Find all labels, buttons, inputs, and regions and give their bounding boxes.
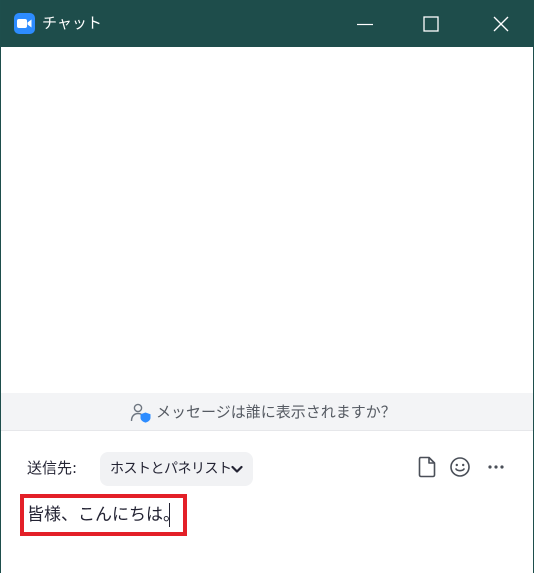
chat-window: チャット メッセージは誰に表示されますか？ 送信先: ホストとパネリスト 皆様、… — [0, 0, 534, 573]
message-list[interactable] — [1, 47, 533, 393]
user-shield-icon — [130, 403, 151, 423]
maximize-icon — [423, 16, 439, 32]
title-bar[interactable]: チャット — [1, 0, 534, 47]
more-icon[interactable] — [485, 455, 509, 479]
compose-toolbar: 送信先: ホストとパネリスト — [1, 431, 533, 491]
text-caret — [169, 503, 170, 527]
message-input-area: 皆様、こんにちは。 — [1, 491, 533, 573]
minimize-icon — [357, 23, 373, 26]
message-text: 皆様、こんにちは。 — [27, 505, 180, 525]
visibility-text: メッセージは誰に表示されますか？ — [156, 403, 396, 421]
zoom-camera-icon — [14, 13, 35, 34]
window-title: チャット — [42, 14, 102, 32]
chevron-down-icon — [231, 465, 243, 473]
close-button[interactable] — [478, 0, 524, 47]
recipient-label: ホストとパネリスト — [110, 461, 232, 477]
message-input[interactable]: 皆様、こんにちは。 — [20, 494, 187, 536]
send-to-label: 送信先: — [27, 459, 78, 477]
minimize-button[interactable] — [342, 0, 388, 47]
recipient-dropdown[interactable]: ホストとパネリスト — [100, 452, 253, 486]
file-icon[interactable] — [415, 455, 439, 479]
maximize-button[interactable] — [408, 0, 454, 47]
emoji-icon[interactable] — [448, 455, 472, 479]
close-icon — [493, 16, 509, 32]
message-visibility-info[interactable]: メッセージは誰に表示されますか？ — [1, 393, 533, 431]
